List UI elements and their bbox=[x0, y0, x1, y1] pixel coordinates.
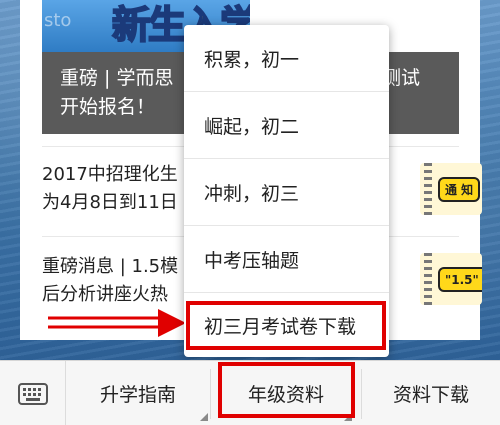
article-thumbnail: "1.5" 模 bbox=[420, 253, 482, 305]
submenu-indicator-icon bbox=[200, 413, 208, 421]
article-thumbnail: 通 知 bbox=[420, 163, 482, 215]
notebook-spiral bbox=[424, 253, 432, 305]
banner-faint-text: sto bbox=[44, 10, 72, 31]
keyboard-toggle-button[interactable] bbox=[0, 361, 66, 425]
caption-line-2: 开始报名！ bbox=[60, 96, 156, 118]
article-title-line-2: 后分析讲座火热 bbox=[42, 284, 168, 305]
article-title-line-1: 重磅消息 | 1.5模 bbox=[42, 256, 179, 277]
arrow-right-icon bbox=[48, 309, 186, 337]
notebook-spiral bbox=[424, 163, 432, 215]
notice-badge: 通 知 bbox=[438, 177, 481, 202]
menu-highlight-box bbox=[186, 301, 386, 350]
menu-item-grade-3[interactable]: 冲刺，初三 bbox=[184, 159, 389, 226]
mock-exam-badge: "1.5" 模 bbox=[438, 267, 482, 292]
article-title-line-2: 为4月8日到11日 bbox=[42, 192, 178, 213]
menu-item-exam-finale[interactable]: 中考压轴题 bbox=[184, 226, 389, 293]
keyboard-icon bbox=[17, 382, 48, 405]
menu-item-grade-1[interactable]: 积累，初一 bbox=[184, 25, 389, 92]
caption-line-1: 重磅 | 学而思 bbox=[60, 67, 174, 89]
menu-item-grade-2[interactable]: 崛起，初二 bbox=[184, 92, 389, 159]
tab-materials-download[interactable]: 资料下载 bbox=[362, 361, 500, 425]
article-title-line-1: 2017中招理化生 bbox=[42, 164, 178, 185]
tab-highlight-box bbox=[218, 362, 355, 418]
tab-admission-guide[interactable]: 升学指南 bbox=[66, 361, 210, 425]
